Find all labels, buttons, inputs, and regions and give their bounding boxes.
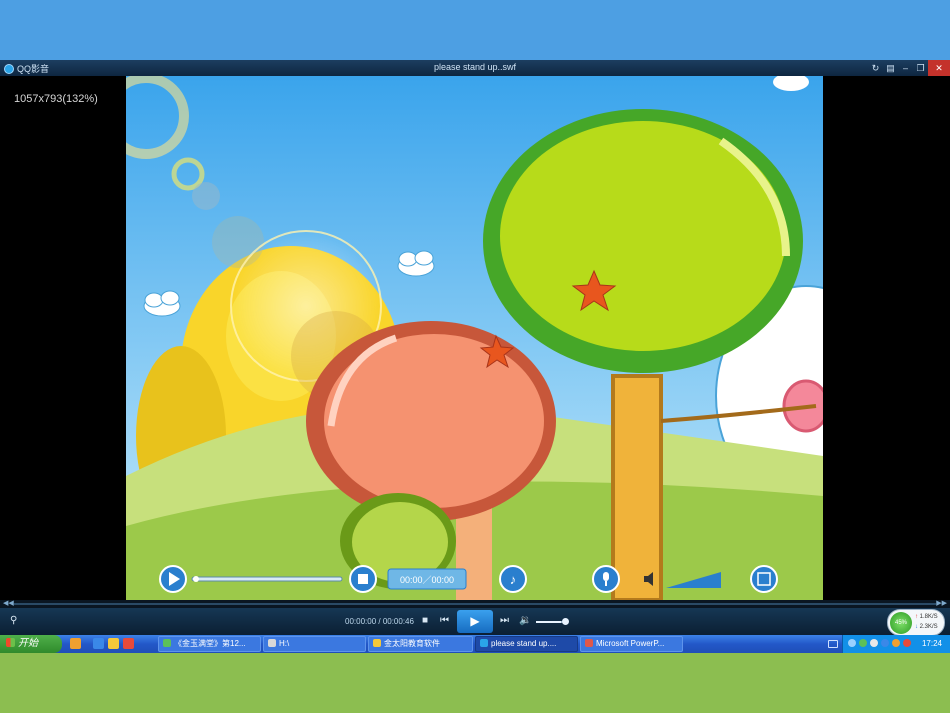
file-title: please stand up..swf — [433, 62, 517, 72]
quick-launch — [70, 638, 134, 649]
keyboard-icon[interactable] — [828, 640, 838, 648]
volume-icon[interactable]: 🔉 — [519, 615, 531, 627]
start-button[interactable]: 开始 — [0, 635, 62, 653]
flash-progress-bar[interactable] — [191, 576, 343, 582]
download-speed: 2.3K/S — [919, 624, 938, 630]
minimize-button[interactable]: – — [898, 60, 913, 76]
previous-button[interactable]: ⏮ — [440, 615, 449, 627]
stop-button[interactable]: ■ — [422, 615, 428, 627]
flash-stop-button[interactable] — [349, 565, 377, 593]
system-tray: 17:24 — [842, 635, 950, 653]
clock[interactable]: 17:24 — [922, 639, 942, 648]
taskbar-item[interactable]: 金太阳教育软件 — [368, 636, 473, 652]
slide-background-bottom — [0, 653, 950, 713]
seek-back-icon[interactable]: ◀◀ — [3, 600, 14, 608]
tray-icon[interactable] — [848, 639, 856, 647]
windows-logo-icon — [6, 638, 15, 647]
skin-icon[interactable]: ↻ — [868, 60, 883, 76]
taskbar-item[interactable]: H:\ — [263, 636, 366, 652]
title-bar[interactable]: QQ影音 please stand up..swf ↻ ▤ – ❐ ✕ — [0, 60, 950, 76]
upload-speed: 1.8K/S — [919, 614, 938, 620]
network-speed-widget[interactable]: 45% ↑ 1.8K/S ↓ 2.3K/S — [887, 609, 945, 636]
play-button[interactable]: ▶ — [457, 610, 493, 633]
taskbar-item[interactable]: Microsoft PowerP... — [580, 636, 683, 652]
time-display: 00:00:00 / 00:00:46 — [345, 617, 414, 626]
control-bar: ⚲ 00:00:00 / 00:00:46 ■ ⏮ ▶ ⏭ 🔉 45% ↑ 1.… — [0, 608, 950, 636]
taskbar-item[interactable]: 《金玉满堂》第12... — [158, 636, 261, 652]
volume-knob[interactable] — [562, 618, 569, 625]
restore-button[interactable]: ❐ — [913, 60, 928, 76]
tray-icon[interactable] — [892, 639, 900, 647]
slide-background-top — [0, 0, 950, 60]
close-button[interactable]: ✕ — [928, 60, 950, 76]
cartoon-scene: 00:00／00:00 ♪ — [126, 76, 823, 600]
seek-bar[interactable]: ◀◀ ▶▶ — [0, 600, 950, 608]
tray-icon[interactable] — [870, 639, 878, 647]
tray-icon[interactable] — [881, 639, 889, 647]
network-percent: 45% — [890, 612, 912, 634]
tree-trunk — [611, 374, 663, 600]
taskbar-item-active[interactable]: please stand up.... — [475, 636, 578, 652]
menu-icon[interactable]: ⚲ — [10, 615, 17, 627]
tray-icon[interactable] — [859, 639, 867, 647]
fullscreen-icon[interactable] — [750, 565, 778, 593]
video-frame[interactable]: 00:00／00:00 ♪ — [126, 76, 823, 600]
current-time: 00:00:00 — [345, 617, 377, 626]
flash-time-text: 00:00／00:00 — [400, 575, 454, 585]
cloud-middle — [397, 250, 435, 277]
qq-player-window: QQ影音 please stand up..swf ↻ ▤ – ❐ ✕ 1057… — [0, 60, 950, 636]
music-note-icon[interactable]: ♪ — [499, 565, 527, 593]
tray-icon[interactable] — [903, 639, 911, 647]
mini-mode-icon[interactable]: ▤ — [883, 60, 898, 76]
folder-icon[interactable] — [108, 638, 119, 649]
quick-launch-icon[interactable] — [70, 638, 81, 649]
windows-taskbar: 开始 《金玉满堂》第12... H:\ 金太阳教育软件 please stand… — [0, 635, 950, 653]
svg-text:♪: ♪ — [510, 572, 517, 587]
seek-forward-icon[interactable]: ▶▶ — [936, 600, 947, 608]
total-time: 00:00:46 — [382, 617, 414, 626]
ie-icon[interactable] — [93, 638, 104, 649]
microphone-icon[interactable] — [592, 565, 620, 593]
flash-play-button[interactable] — [159, 565, 187, 593]
next-button[interactable]: ⏭ — [500, 615, 509, 627]
media-icon[interactable] — [123, 638, 134, 649]
cloud-left — [143, 290, 181, 317]
seek-track[interactable] — [14, 603, 936, 605]
resolution-info: 1057x793(132%) — [14, 93, 98, 105]
